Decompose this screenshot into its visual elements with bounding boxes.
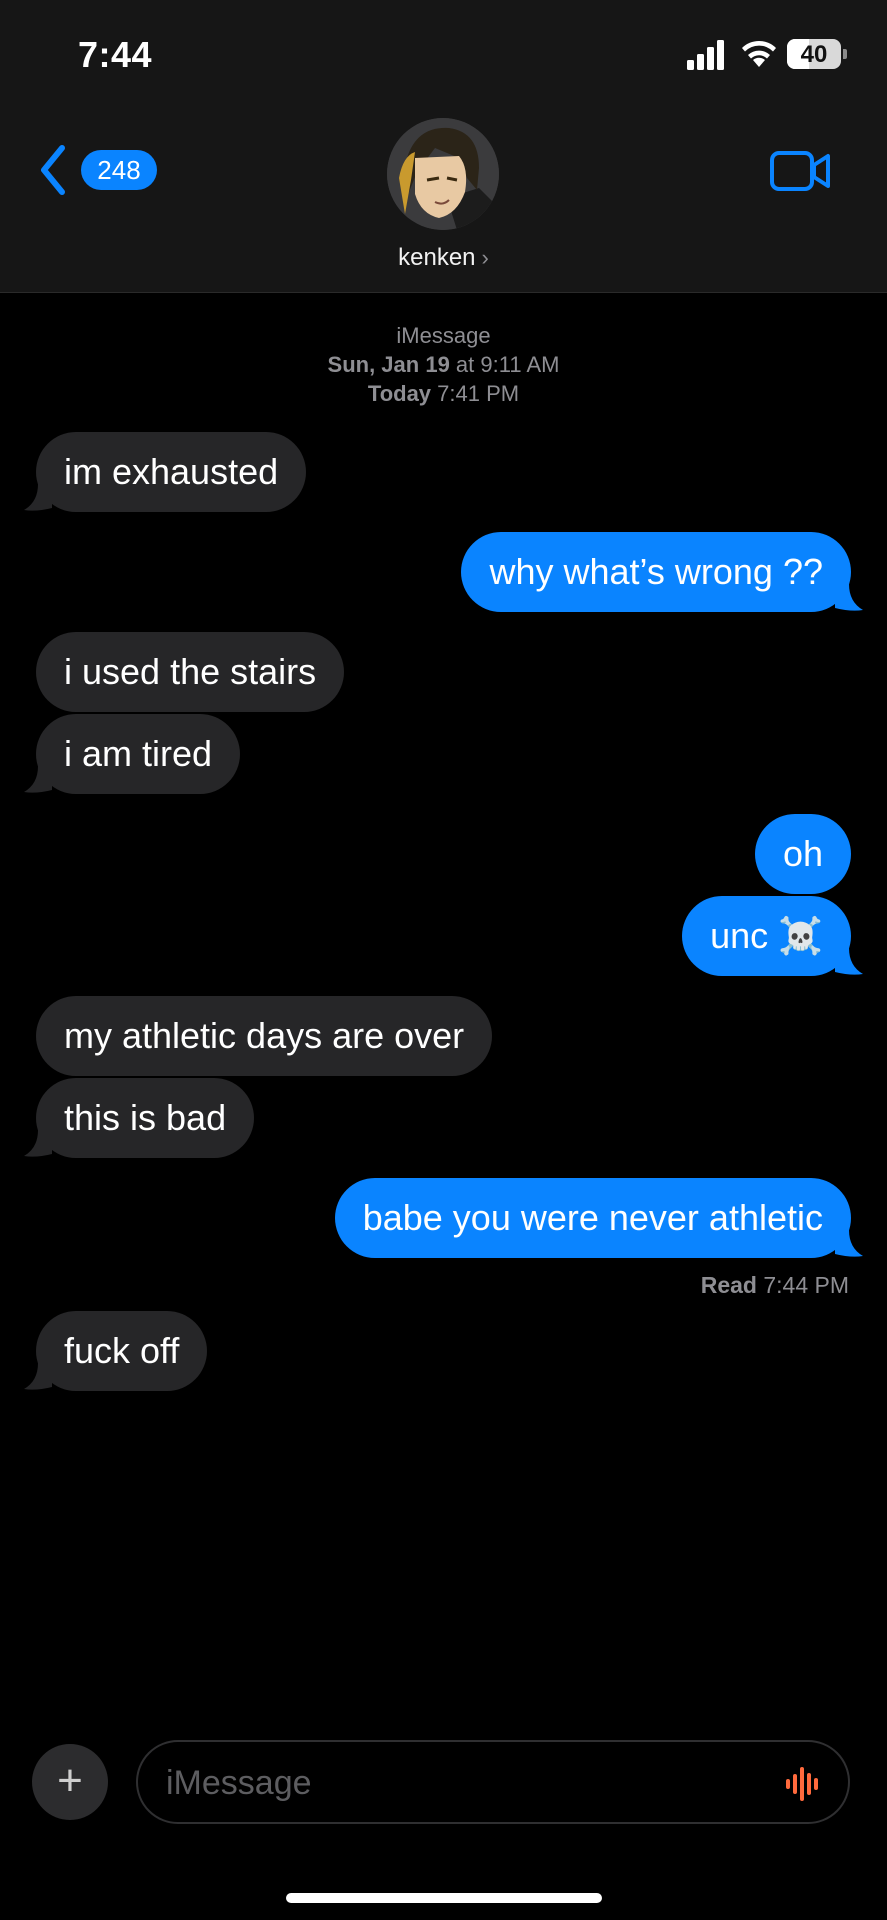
- battery-tip: [843, 49, 847, 59]
- battery-icon: 40: [787, 39, 841, 69]
- contact-avatar[interactable]: [387, 118, 499, 230]
- unread-count-badge[interactable]: 248: [81, 150, 157, 190]
- bubble-tail-outgoing: [835, 584, 863, 611]
- today-timestamp: Today 7:41 PM: [0, 381, 887, 407]
- contact-name: kenken: [398, 244, 476, 271]
- apps-plus-button[interactable]: +: [32, 1744, 108, 1820]
- today-timestamp-day: Today: [367, 381, 432, 406]
- bubble-tail-incoming: [24, 766, 52, 793]
- contact-name-button[interactable]: kenken ›: [0, 244, 887, 272]
- message-bubble-outgoing[interactable]: babe you were never athletic: [334, 1178, 851, 1258]
- bubble-tail-incoming: [24, 1130, 52, 1157]
- read-receipt-label: Read: [700, 1272, 757, 1298]
- audio-message-icon[interactable]: [784, 1764, 824, 1804]
- message-bubble-outgoing[interactable]: oh: [754, 814, 851, 894]
- message-bubble-incoming[interactable]: im exhausted: [36, 432, 307, 512]
- message-bubble-incoming[interactable]: i used the stairs: [36, 632, 345, 712]
- conversation-header: 248 kenken ›: [0, 110, 887, 293]
- home-indicator[interactable]: [286, 1893, 602, 1903]
- message-bubble-incoming[interactable]: i am tired: [36, 714, 241, 794]
- read-receipt-time: 7:44 PM: [756, 1272, 849, 1298]
- message-bubble-outgoing[interactable]: why what’s wrong ??: [461, 532, 851, 612]
- bubble-tail-incoming: [24, 484, 52, 511]
- message-bubble-incoming[interactable]: my athletic days are over: [36, 996, 493, 1076]
- bubble-tail-incoming: [24, 1363, 52, 1390]
- service-label: iMessage: [396, 323, 491, 348]
- battery-percent: 40: [800, 41, 828, 68]
- status-bar: 7:44 40: [0, 0, 887, 110]
- bubble-tail-outgoing: [835, 948, 863, 975]
- message-bubble-outgoing[interactable]: unc ☠️: [682, 896, 851, 976]
- wifi-icon: [742, 40, 776, 67]
- message-bubble-incoming[interactable]: this is bad: [36, 1078, 255, 1158]
- back-chevron-icon[interactable]: [38, 144, 68, 196]
- first-timestamp-time: at 9:11 AM: [449, 352, 560, 377]
- message-input-placeholder: iMessage: [166, 1764, 312, 1802]
- first-timestamp: Sun, Jan 19 at 9:11 AM: [0, 352, 887, 378]
- status-time: 7:44: [78, 34, 153, 75]
- avatar-portrait: [387, 118, 499, 230]
- chevron-right-icon: ›: [481, 245, 489, 270]
- bubble-tail-outgoing: [835, 1230, 863, 1257]
- message-input[interactable]: iMessage: [136, 1740, 850, 1824]
- first-timestamp-date: Sun, Jan 19: [327, 352, 450, 377]
- message-bubble-incoming[interactable]: fuck off: [36, 1311, 208, 1391]
- facetime-video-icon[interactable]: [770, 150, 832, 192]
- today-timestamp-time: 7:41 PM: [431, 381, 520, 406]
- cellular-signal-icon: [687, 40, 724, 70]
- read-receipt: Read 7:44 PM: [701, 1272, 849, 1299]
